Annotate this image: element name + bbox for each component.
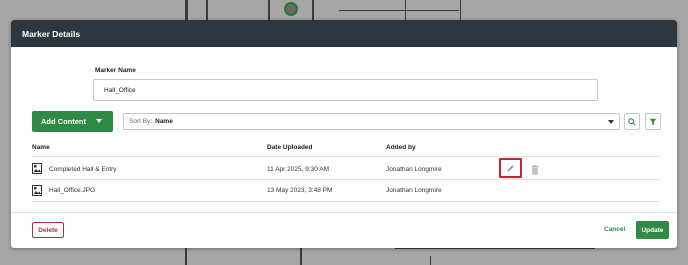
trash-icon: [531, 165, 539, 175]
sort-by-prefix: Sort By:: [129, 118, 153, 125]
marker-details-modal: Marker Details Marker Name Add Content S…: [11, 20, 677, 248]
table-divider: [32, 179, 660, 180]
add-content-button[interactable]: Add Content: [32, 111, 113, 132]
delete-button[interactable]: Delete: [32, 222, 64, 238]
row-added-by: Jonathan Longmire: [386, 166, 442, 173]
image-file-icon: [32, 185, 42, 196]
sort-by-select[interactable]: Sort By: Name: [123, 113, 620, 130]
sort-by-value: Name: [155, 118, 173, 125]
row-date: 11 Apr 2025, 9:30 AM: [267, 166, 330, 173]
delete-item-button[interactable]: [529, 164, 541, 176]
marker-name-input[interactable]: [93, 79, 598, 101]
filter-icon: [649, 118, 657, 125]
modal-header: Marker Details: [11, 20, 677, 47]
row-added-by: Jonathan Longmire: [386, 187, 442, 194]
row-date: 13 May 2023, 3:48 PM: [267, 187, 333, 194]
marker-name-label: Marker Name: [95, 67, 136, 74]
dropdown-caret-icon: [608, 120, 614, 124]
column-header-added-by[interactable]: Added by: [386, 144, 416, 151]
modal-title: Marker Details: [22, 28, 81, 39]
cancel-button[interactable]: Cancel: [604, 226, 625, 233]
column-header-name[interactable]: Name: [32, 144, 50, 151]
image-file-icon: [32, 163, 42, 174]
table-divider: [32, 201, 660, 202]
row-name: Completed Hall & Entry: [49, 166, 117, 173]
column-header-date[interactable]: Date Uploaded: [267, 144, 313, 151]
pencil-icon: [507, 164, 514, 172]
search-icon: [628, 117, 636, 126]
marker-pin-icon: [284, 2, 298, 16]
footer-divider: [11, 212, 677, 213]
update-button[interactable]: Update: [636, 221, 669, 239]
chevron-down-icon: [96, 119, 102, 123]
add-content-label: Add Content: [41, 117, 86, 126]
table-divider: [32, 156, 660, 157]
filter-button[interactable]: [645, 113, 661, 130]
search-button[interactable]: [624, 113, 640, 130]
edit-button[interactable]: [499, 158, 522, 178]
row-name: Hall_Office.JPG: [49, 187, 96, 194]
